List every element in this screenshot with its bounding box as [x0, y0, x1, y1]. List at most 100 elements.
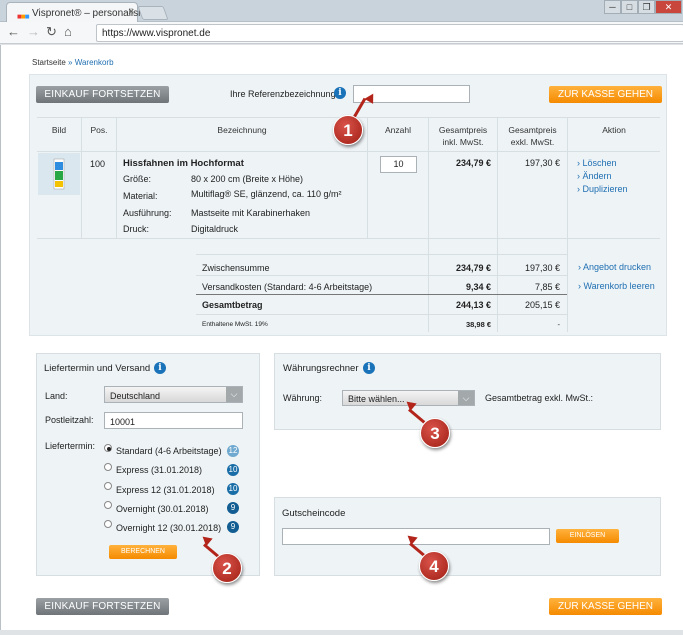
country-select[interactable]: Deutschland ⌵	[104, 386, 243, 403]
currency-value: Bitte wählen...	[348, 394, 405, 404]
browser-toolbar: ← → ↻ ⌂ https://www.vispronet.de	[0, 22, 683, 44]
delivery-date-label: Liefertermin:	[45, 441, 96, 451]
flag-product-icon	[53, 158, 65, 190]
shipping-label: Versandkosten (Standard: 4-6 Arbeitstage…	[202, 282, 373, 292]
country-label: Land:	[45, 391, 68, 401]
url-text: https://www.vispronet.de	[102, 28, 211, 39]
header-action: Aktion	[602, 125, 626, 135]
quantity-input[interactable]: 10	[380, 156, 417, 173]
clear-cart-link[interactable]: › Warenkorb leeren	[578, 281, 655, 291]
checkout-button-bottom[interactable]: ZUR KASSE GEHEN	[549, 598, 662, 615]
total-gross: 244,13 €	[455, 300, 491, 310]
spec-value: Mastseite mit Karabinerhaken	[191, 208, 311, 218]
tab-title: Vispronet® – personalisi	[32, 8, 141, 19]
redeem-button[interactable]: EINLÖSEN	[556, 529, 619, 543]
forward-arrow-icon[interactable]: →	[27, 24, 40, 39]
close-window-button[interactable]: ✕	[655, 0, 682, 14]
total-net: 205,15 €	[524, 300, 560, 310]
breadcrumb-current[interactable]: Warenkorb	[75, 58, 114, 67]
calculate-button[interactable]: BERECHNEN	[109, 545, 177, 559]
reload-icon[interactable]: ↻	[46, 24, 57, 40]
restore-button[interactable]: ❐	[638, 0, 655, 14]
delivery-option-label[interactable]: Express (31.01.2018)	[116, 465, 202, 475]
edit-link[interactable]: › Ändern	[577, 171, 612, 181]
delivery-option-label[interactable]: Express 12 (31.01.2018)	[116, 485, 215, 495]
delivery-option-label[interactable]: Overnight (30.01.2018)	[116, 504, 209, 514]
continue-shopping-button-bottom[interactable]: EINKAUF FORTSETZEN	[36, 598, 169, 615]
tab-close-icon[interactable]: ×	[128, 6, 134, 18]
header-rule	[37, 151, 660, 152]
minimize-button[interactable]: ─	[604, 0, 621, 14]
delivery-option-label[interactable]: Standard (4-6 Arbeitstage)	[116, 446, 222, 456]
country-value: Deutschland	[110, 391, 161, 401]
zip-input[interactable]: 10001	[104, 412, 243, 429]
subtotal-net: 197,30 €	[524, 263, 560, 273]
favicon-icon: ■■■	[17, 12, 29, 21]
new-tab-button[interactable]	[137, 6, 169, 20]
delivery-option-radio[interactable]	[104, 482, 112, 490]
currency-info-icon[interactable]: i	[363, 362, 375, 374]
delivery-option-radio[interactable]	[104, 520, 112, 528]
reference-info-icon[interactable]: i	[334, 87, 346, 99]
home-icon[interactable]: ⌂	[64, 24, 72, 39]
delivery-title: Liefertermin und Versand	[44, 363, 151, 374]
browser-tab[interactable]: ■■■ Vispronet® – personalisi ×	[6, 2, 141, 22]
zip-value: 10001	[110, 417, 136, 427]
item-total-net: 197,30 €	[524, 158, 560, 168]
continue-shopping-button[interactable]: EINKAUF FORTSETZEN	[36, 86, 169, 103]
delivery-info-icon[interactable]: i	[154, 362, 166, 374]
delivery-option-badge: 10	[227, 464, 239, 476]
col-divider	[81, 117, 82, 238]
breadcrumb-home[interactable]: Startseite	[32, 58, 66, 67]
product-thumbnail[interactable]	[38, 153, 80, 195]
subtotal-gross: 234,79 €	[455, 263, 491, 273]
summary-rule	[196, 275, 567, 276]
spec-label: Größe:	[123, 174, 152, 184]
spec-value: 80 x 200 cm (Breite x Höhe)	[191, 174, 304, 184]
duplicate-link[interactable]: › Duplizieren	[577, 184, 628, 194]
checkout-button[interactable]: ZUR KASSE GEHEN	[549, 86, 662, 103]
spec-value: Multiflag® SE, glänzend, ca. 110 g/m²	[191, 189, 342, 199]
delete-link[interactable]: › Löschen	[577, 158, 617, 168]
delivery-option-radio[interactable]	[104, 463, 112, 471]
vat-label: Enthaltene MwSt. 19%	[202, 321, 268, 328]
header-total-gross-2: inkl. MwSt.	[442, 137, 484, 147]
summary-top-rule	[196, 254, 567, 255]
maximize-button[interactable]: □	[621, 0, 638, 14]
item-total-gross: 234,79 €	[455, 158, 491, 168]
marker-4: 4	[419, 551, 449, 581]
chevron-down-icon: ⌵	[226, 387, 242, 402]
subtotal-label: Zwischensumme	[202, 263, 270, 273]
vat-net: -	[557, 320, 561, 329]
cart-panel	[29, 74, 667, 336]
header-total-gross-1: Gesamtpreis	[438, 125, 488, 135]
delivery-option-badge: 12	[227, 445, 239, 457]
breadcrumb-separator: »	[68, 58, 73, 67]
chevron-down-icon: ⌵	[458, 391, 474, 405]
currency-label: Währung:	[283, 393, 323, 403]
vat-gross: 38,98 €	[465, 320, 491, 329]
address-bar[interactable]: https://www.vispronet.de	[96, 24, 683, 42]
spec-value: Digitaldruck	[191, 224, 239, 234]
marker-2: 2	[212, 553, 242, 583]
item-title: Hissfahnen im Hochformat	[123, 158, 244, 169]
breadcrumb: Startseite » Warenkorb	[32, 58, 114, 67]
item-rule	[37, 238, 660, 239]
header-quantity: Anzahl	[385, 125, 411, 135]
print-offer-link[interactable]: › Angebot drucken	[578, 262, 651, 272]
delivery-option-radio[interactable]	[104, 501, 112, 509]
summary-rule	[196, 314, 567, 315]
back-arrow-icon[interactable]: ←	[7, 24, 20, 39]
item-pos: 100	[90, 159, 106, 169]
spec-label: Ausführung:	[123, 208, 172, 218]
total-label: Gesamtbetrag	[202, 300, 263, 310]
header-total-net-1: Gesamtpreis	[508, 125, 557, 135]
header-description: Bezeichnung	[217, 125, 267, 135]
shipping-net: 7,85 €	[534, 282, 560, 292]
delivery-option-radio[interactable]	[104, 444, 112, 452]
marker-1: 1	[333, 115, 363, 145]
col-divider	[567, 117, 568, 332]
zip-label: Postleitzahl:	[45, 415, 94, 425]
col-divider	[116, 117, 117, 238]
delivery-option-badge: 9	[227, 521, 239, 533]
